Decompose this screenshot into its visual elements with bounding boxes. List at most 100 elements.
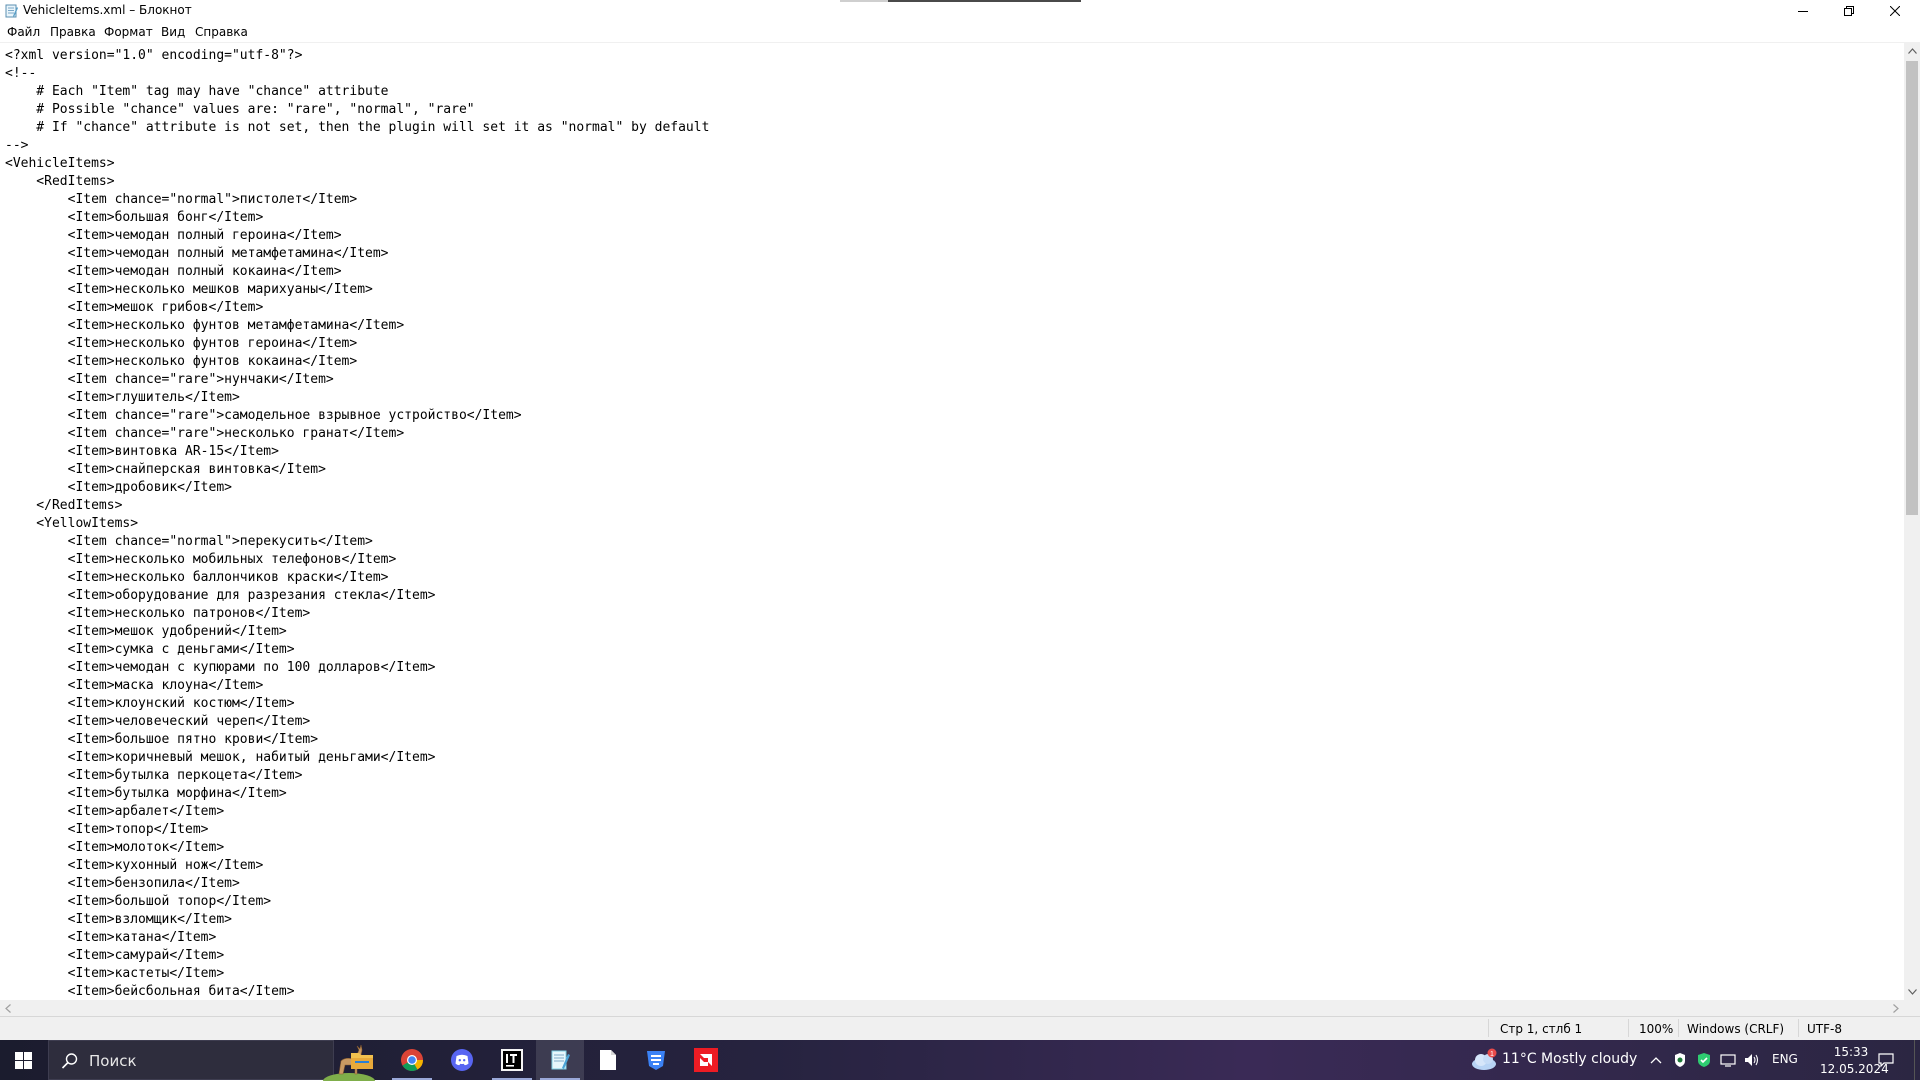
scroll-down-button[interactable] (1904, 983, 1920, 1000)
taskbar-discord[interactable] (438, 1040, 486, 1080)
horizontal-scrollbar[interactable] (0, 1000, 1904, 1016)
notification-center-button[interactable] (1876, 1050, 1896, 1070)
vertical-scroll-thumb[interactable] (1906, 61, 1918, 515)
tray-app-2[interactable] (1696, 1052, 1712, 1068)
editor-line: <Item>клоунский костюм</Item> (5, 696, 295, 711)
title-bar: VehicleItems.xml – Блокнот (0, 0, 1920, 22)
editor-line: <Item>снайперская винтовка</Item> (5, 462, 326, 477)
tray-network[interactable] (1720, 1052, 1736, 1068)
menu-format[interactable]: Формат (104, 25, 153, 39)
chevron-right-icon (1893, 1003, 1899, 1013)
editor-line: <Item>чемодан полный кокаина</Item> (5, 264, 342, 279)
editor-line: # Each "Item" tag may have "chance" attr… (5, 84, 389, 99)
editor-line: <Item>винтовка AR-15</Item> (5, 444, 279, 459)
weather-temperature: 11°C (1502, 1051, 1537, 1067)
editor-line: <Item chance="rare">несколько гранат</It… (5, 426, 405, 441)
editor-line: <RedItems> (5, 174, 115, 189)
scroll-left-button[interactable] (0, 1000, 16, 1016)
tray-volume[interactable] (1744, 1052, 1760, 1068)
editor-line: <Item>чемодан полный метамфетамина</Item… (5, 246, 389, 261)
editor-line: </RedItems> (5, 498, 123, 513)
taskbar-intellij[interactable] (488, 1040, 536, 1080)
editor-line: <Item chance="normal">перекусить</Item> (5, 534, 373, 549)
chevron-left-icon (5, 1003, 11, 1013)
editor-line: <YellowItems> (5, 516, 139, 531)
notification-icon (1878, 1053, 1894, 1068)
network-icon (1720, 1054, 1736, 1067)
editor-line: <Item>бутылка морфина</Item> (5, 786, 287, 801)
minimize-icon (1798, 11, 1808, 12)
menu-view[interactable]: Вид (161, 25, 185, 39)
chevron-up-icon (1907, 47, 1917, 54)
editor-line: <Item>бутылка перкоцета</Item> (5, 768, 303, 783)
editor-line: <Item>арбалет</Item> (5, 804, 225, 819)
editor-line: <Item>несколько патронов</Item> (5, 606, 311, 621)
editor-line: <Item>кухонный нож</Item> (5, 858, 264, 873)
minimize-button[interactable] (1780, 0, 1826, 22)
editor-line: <?xml version="1.0" encoding="utf-8"?> (5, 48, 303, 63)
editor-line: <Item chance="rare">нунчаки</Item> (5, 372, 334, 387)
status-separator (1798, 1019, 1799, 1037)
taskbar: Поиск 1 11°C Mostly cloudy ENG 15:33 12.… (0, 1040, 1920, 1081)
editor-line: <Item>бейсбольная бита</Item> (5, 984, 295, 999)
editor-line: <Item>чемодан полный героина</Item> (5, 228, 342, 243)
close-button[interactable] (1872, 0, 1918, 22)
editor-line: <Item>несколько мешков марихуаны</Item> (5, 282, 373, 297)
chevron-down-icon (1907, 988, 1917, 995)
editor-line: <Item>топор</Item> (5, 822, 209, 837)
scrollbar-corner (1904, 1000, 1920, 1016)
language-indicator[interactable]: ENG (1772, 1052, 1798, 1066)
editor-line: <Item>маска клоуна</Item> (5, 678, 264, 693)
menu-help[interactable]: Справка (195, 25, 248, 39)
clock-date[interactable]: 12.05.2024 (1820, 1062, 1889, 1076)
editor-line: <Item chance="normal">пистолет</Item> (5, 192, 358, 207)
start-button[interactable] (0, 1040, 46, 1080)
editor-line: <Item>несколько мобильных телефонов</Ite… (5, 552, 397, 567)
status-encoding: UTF-8 (1807, 1022, 1842, 1036)
editor-line: # Possible "chance" values are: "rare", … (5, 102, 475, 117)
menu-edit[interactable]: Правка (50, 25, 96, 39)
tray-overflow-button[interactable] (1648, 1052, 1664, 1068)
text-editor[interactable]: <?xml version="1.0" encoding="utf-8"?> <!… (0, 42, 1904, 1001)
restore-icon (1844, 6, 1854, 16)
editor-line: <Item>большая бонг</Item> (5, 210, 264, 225)
status-separator (1628, 1019, 1629, 1037)
weather-condition: Mostly cloudy (1541, 1051, 1638, 1067)
editor-line: <Item>глушитель</Item> (5, 390, 240, 405)
title-bar-drag-indicator-light (840, 0, 888, 2)
taskbar-chrome[interactable] (388, 1040, 436, 1080)
menu-file[interactable]: Файл (7, 25, 40, 39)
cloudy-weather-icon[interactable]: 1 (1470, 1048, 1500, 1072)
scroll-up-button[interactable] (1904, 42, 1920, 59)
status-separator (1678, 1019, 1679, 1037)
maximize-button[interactable] (1826, 0, 1872, 22)
chrome-icon (401, 1049, 423, 1071)
taskbar-blue-app[interactable] (632, 1040, 680, 1080)
menu-bar: Файл Правка Формат Вид Справка (0, 22, 1920, 42)
editor-line: <Item>бензопила</Item> (5, 876, 240, 891)
editor-text[interactable]: <?xml version="1.0" encoding="utf-8"?> <!… (5, 47, 709, 1001)
tray-app-1[interactable] (1672, 1052, 1688, 1068)
weather-text[interactable]: 11°C Mostly cloudy (1502, 1051, 1637, 1067)
taskbar-search-box[interactable]: Поиск (48, 1040, 375, 1081)
vertical-scrollbar[interactable] (1904, 42, 1920, 1000)
show-desktop-button[interactable] (1914, 1040, 1920, 1080)
windows-logo-icon (14, 1051, 32, 1069)
status-bar: Стр 1, стлб 1 100% Windows (CRLF) UTF-8 (0, 1016, 1920, 1040)
scroll-right-button[interactable] (1888, 1000, 1904, 1016)
notepad-icon (551, 1050, 570, 1070)
editor-line: <Item>мешок удобрений</Item> (5, 624, 287, 639)
taskbar-amd[interactable] (682, 1040, 730, 1080)
intellij-icon (501, 1049, 523, 1071)
taskbar-notepad[interactable] (536, 1040, 584, 1080)
editor-line: <Item>оборудование для разрезания стекла… (5, 588, 436, 603)
editor-line: <Item>взломщик</Item> (5, 912, 232, 927)
editor-line: # If "chance" attribute is not set, then… (5, 120, 710, 135)
editor-line: <Item>несколько фунтов героина</Item> (5, 336, 358, 351)
editor-line: <Item>большой топор</Item> (5, 894, 272, 909)
clock-time[interactable]: 15:33 (1820, 1045, 1882, 1059)
chevron-up-icon (1650, 1057, 1662, 1064)
taskbar-file[interactable] (584, 1040, 632, 1080)
taskbar-file-explorer[interactable] (338, 1040, 386, 1080)
editor-line: <Item chance="rare">самодельное взрывное… (5, 408, 522, 423)
